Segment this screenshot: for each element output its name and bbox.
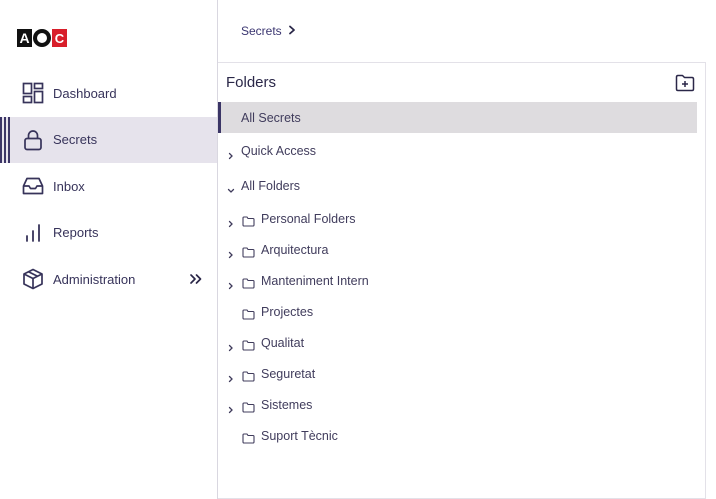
chevron-right-icon[interactable] <box>227 215 235 228</box>
sidebar: A C Dashboard Secrets Inbox Reports Admi… <box>0 0 218 499</box>
tree-item-label: All Folders <box>241 179 301 193</box>
tree-item-label: All Secrets <box>241 110 301 125</box>
sidebar-item-secrets[interactable]: Secrets <box>0 116 217 163</box>
sidebar-item-label: Secrets <box>53 132 98 148</box>
folder-icon <box>242 276 255 289</box>
inbox-icon <box>22 175 44 197</box>
chevron-right-icon <box>288 22 296 40</box>
folder-icon <box>242 369 255 382</box>
folder-icon <box>242 245 255 258</box>
dashboard-icon <box>22 82 44 104</box>
folder-icon <box>242 431 255 444</box>
folder-row[interactable]: Arquitectura <box>218 237 697 263</box>
chevron-right-icon[interactable] <box>227 401 235 414</box>
sidebar-item-administration[interactable]: Administration <box>0 256 217 303</box>
sidebar-item-label: Administration <box>53 271 136 287</box>
box-icon <box>22 268 44 290</box>
chevron-right-icon[interactable] <box>227 277 235 290</box>
folder-label: Suport Tècnic <box>261 429 338 443</box>
double-chevron-right-icon[interactable] <box>189 272 203 286</box>
folder-row[interactable]: Personal Folders <box>218 206 697 232</box>
logo-mark: A C <box>17 29 67 47</box>
folder-label: Qualitat <box>261 336 305 350</box>
folder-row[interactable]: Manteniment Intern <box>218 268 697 294</box>
sidebar-item-dashboard[interactable]: Dashboard <box>0 70 217 117</box>
add-folder-icon[interactable] <box>675 74 695 92</box>
folder-label: Sistemes <box>261 398 313 412</box>
sidebar-item-reports[interactable]: Reports <box>0 210 217 257</box>
tree-item-quick-access[interactable]: Quick Access <box>218 138 697 164</box>
logo-letter-c: C <box>52 29 67 47</box>
folder-row[interactable]: Suport Tècnic <box>218 423 697 449</box>
bar-chart-icon <box>22 222 44 244</box>
panel-title: Folders <box>226 74 277 91</box>
chevron-right-icon[interactable] <box>227 147 235 160</box>
sidebar-item-label: Inbox <box>53 178 85 194</box>
folder-row[interactable]: Sistemes <box>218 392 697 418</box>
tree-item-label: Quick Access <box>241 144 317 158</box>
lock-icon <box>22 129 44 151</box>
tree-item-all-folders[interactable]: All Folders <box>218 173 697 199</box>
sidebar-item-label: Dashboard <box>53 85 117 101</box>
folder-row[interactable]: Qualitat <box>218 330 697 356</box>
app-logo[interactable]: A C <box>14 14 70 62</box>
sidebar-item-inbox[interactable]: Inbox <box>0 163 217 210</box>
sidebar-nav: Dashboard Secrets Inbox Reports Administ… <box>0 70 217 303</box>
sidebar-item-label: Reports <box>53 225 99 241</box>
folder-icon <box>242 307 255 320</box>
folder-row[interactable]: Projectes <box>218 299 697 325</box>
tree-item-all-secrets[interactable]: All Secrets <box>218 102 697 133</box>
selected-indicator <box>218 102 221 133</box>
folder-icon <box>242 338 255 351</box>
folder-icon <box>242 214 255 227</box>
chevron-right-icon[interactable] <box>227 370 235 383</box>
logo-letter-a: A <box>17 29 32 47</box>
folder-row[interactable]: Seguretat <box>218 361 697 387</box>
breadcrumb: Secrets <box>241 22 296 40</box>
chevron-down-icon[interactable] <box>227 182 235 193</box>
active-indicator <box>0 116 12 163</box>
folders-panel: Folders All Secrets Quick Access All Fol… <box>218 62 706 499</box>
chevron-right-icon[interactable] <box>227 339 235 352</box>
folder-icon <box>242 400 255 413</box>
folder-label: Projectes <box>261 305 314 319</box>
folder-label: Seguretat <box>261 367 316 381</box>
breadcrumb-secrets[interactable]: Secrets <box>241 24 282 38</box>
chevron-right-icon[interactable] <box>227 246 235 259</box>
logo-letter-o <box>33 29 51 47</box>
folder-label: Personal Folders <box>261 212 356 226</box>
folder-label: Arquitectura <box>261 243 329 257</box>
folder-label: Manteniment Intern <box>261 274 369 288</box>
